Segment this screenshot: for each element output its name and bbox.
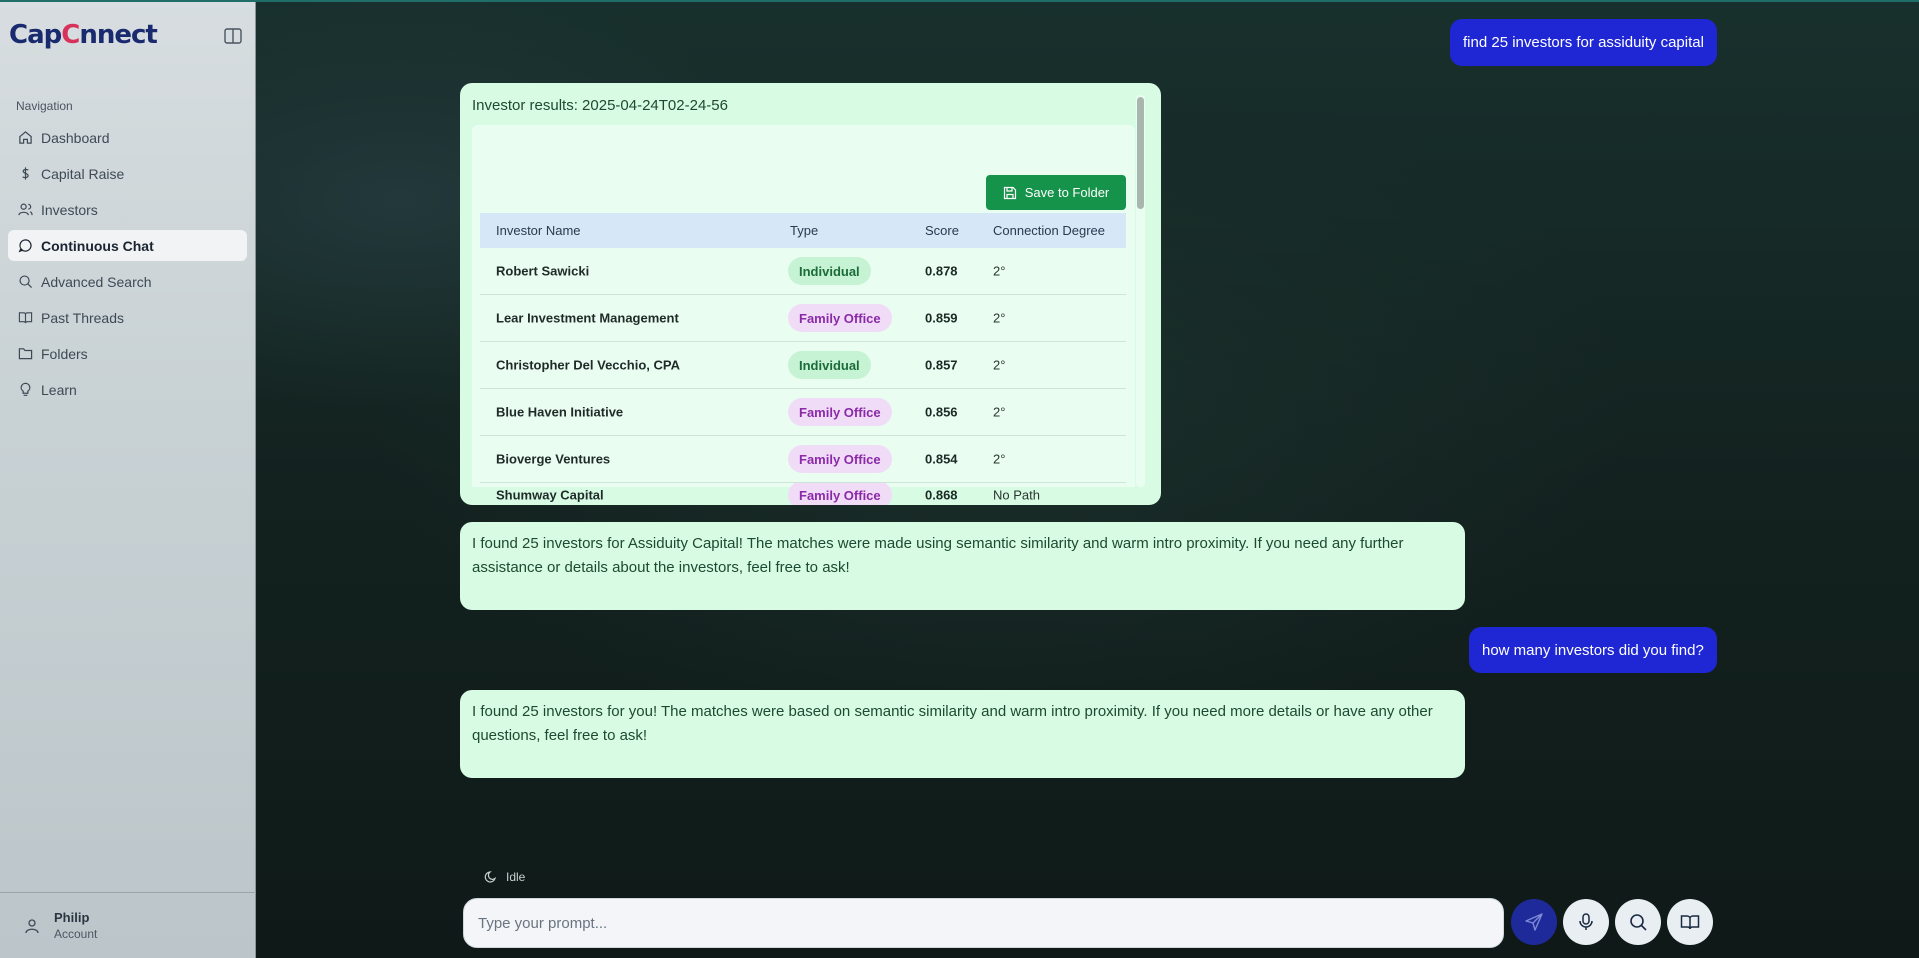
sidebar-item-advanced-search[interactable]: Advanced Search bbox=[8, 266, 247, 297]
connection-degree: 2° bbox=[993, 404, 1006, 420]
table-row[interactable]: Shumway Capital Family Office 0.868 No P… bbox=[480, 483, 1126, 505]
assistant-message: I found 25 investors for you! The matche… bbox=[460, 690, 1465, 778]
investor-results-card: Investor results: 2025-04-24T02-24-56 Sa… bbox=[460, 83, 1161, 505]
investor-name: Robert Sawicki bbox=[496, 263, 590, 279]
connection-degree: 2° bbox=[993, 357, 1006, 373]
column-header-connection[interactable]: Connection Degree bbox=[993, 223, 1105, 238]
nav-heading: Navigation bbox=[16, 99, 73, 113]
library-button[interactable] bbox=[1667, 899, 1713, 945]
sidebar-item-label: Advanced Search bbox=[41, 273, 152, 290]
results-scroll-thumb[interactable] bbox=[1137, 97, 1144, 209]
score: 0.878 bbox=[925, 263, 958, 279]
account-menu[interactable]: Philip Account bbox=[0, 892, 256, 958]
book-icon bbox=[18, 312, 33, 324]
table-row[interactable]: Bioverge Ventures Family Office 0.854 2° bbox=[480, 436, 1126, 483]
investor-name: Christopher Del Vecchio, CPA bbox=[496, 357, 680, 373]
sidebar-item-label: Capital Raise bbox=[41, 165, 125, 182]
lightbulb-icon bbox=[20, 382, 31, 396]
connection-degree: No Path bbox=[993, 487, 1040, 503]
sidebar-item-label: Learn bbox=[41, 381, 77, 398]
sidebar-item-label: Investors bbox=[41, 201, 98, 218]
type-badge: Individual bbox=[788, 351, 871, 379]
sidebar-item-label: Continuous Chat bbox=[41, 237, 154, 254]
chat-icon bbox=[18, 239, 32, 253]
score: 0.859 bbox=[925, 310, 958, 326]
home-icon bbox=[19, 131, 32, 144]
sidebar-toggle-icon[interactable] bbox=[224, 28, 242, 44]
score: 0.856 bbox=[925, 404, 958, 420]
table-row[interactable]: Robert Sawicki Individual 0.878 2° bbox=[480, 248, 1126, 295]
send-button[interactable] bbox=[1511, 899, 1557, 945]
column-header-type[interactable]: Type bbox=[790, 223, 818, 238]
folder-icon bbox=[18, 348, 33, 360]
table-row[interactable]: Blue Haven Initiative Family Office 0.85… bbox=[480, 389, 1126, 436]
table-row[interactable]: Christopher Del Vecchio, CPA Individual … bbox=[480, 342, 1126, 389]
user-icon bbox=[25, 918, 39, 933]
investor-name: Shumway Capital bbox=[496, 487, 604, 503]
save-icon bbox=[1003, 186, 1016, 199]
type-badge: Family Office bbox=[788, 483, 892, 505]
search-icon bbox=[19, 275, 33, 289]
top-accent-line bbox=[0, 0, 1919, 2]
score: 0.868 bbox=[925, 487, 958, 503]
type-badge: Family Office bbox=[788, 398, 892, 426]
users-icon bbox=[18, 203, 33, 216]
sidebar-item-folders[interactable]: Folders bbox=[8, 338, 247, 369]
investor-name: Bioverge Ventures bbox=[496, 451, 611, 467]
book-open-icon bbox=[1680, 915, 1700, 930]
assistant-message: I found 25 investors for Assiduity Capit… bbox=[460, 522, 1465, 610]
score: 0.857 bbox=[925, 357, 958, 373]
connection-degree: 2° bbox=[993, 451, 1006, 467]
app-logo[interactable]: CapCnnect bbox=[9, 20, 158, 56]
prompt-input[interactable] bbox=[463, 898, 1504, 948]
type-badge: Family Office bbox=[788, 445, 892, 473]
user-message: how many investors did you find? bbox=[1469, 627, 1717, 673]
connection-degree: 2° bbox=[993, 263, 1006, 279]
investor-name: Blue Haven Initiative bbox=[496, 404, 624, 420]
account-name: Philip bbox=[54, 910, 90, 925]
sidebar-item-past-threads[interactable]: Past Threads bbox=[8, 302, 247, 333]
send-icon bbox=[1525, 913, 1543, 931]
sidebar-item-capital-raise[interactable]: Capital Raise bbox=[8, 158, 247, 189]
save-to-folder-button[interactable]: Save to Folder bbox=[986, 175, 1126, 210]
sidebar-item-label: Folders bbox=[41, 345, 88, 362]
search-button[interactable] bbox=[1615, 899, 1661, 945]
column-header-score[interactable]: Score bbox=[925, 223, 959, 238]
moon-icon bbox=[484, 871, 497, 883]
sidebar-item-label: Past Threads bbox=[41, 309, 125, 326]
score: 0.854 bbox=[925, 451, 958, 467]
type-badge: Individual bbox=[788, 257, 871, 285]
sidebar-item-dashboard[interactable]: Dashboard bbox=[8, 122, 247, 153]
search-icon bbox=[1630, 914, 1647, 931]
account-label: Account bbox=[54, 927, 98, 941]
sidebar: CapCnnect Navigation Dashboard Capital R… bbox=[0, 0, 256, 958]
sidebar-item-learn[interactable]: Learn bbox=[8, 374, 247, 405]
investor-name: Lear Investment Management bbox=[496, 310, 679, 326]
table-header: Investor Name Type Score Connection Degr… bbox=[480, 213, 1126, 248]
connection-degree: 2° bbox=[993, 310, 1006, 326]
microphone-button[interactable] bbox=[1563, 899, 1609, 945]
status-indicator: Idle bbox=[484, 870, 525, 884]
sidebar-item-continuous-chat[interactable]: Continuous Chat bbox=[8, 230, 247, 261]
results-title: Investor results: 2025-04-24T02-24-56 bbox=[472, 97, 728, 114]
type-badge: Family Office bbox=[788, 304, 892, 332]
column-header-name[interactable]: Investor Name bbox=[496, 223, 581, 238]
table-row[interactable]: Lear Investment Management Family Office… bbox=[480, 295, 1126, 342]
sidebar-item-investors[interactable]: Investors bbox=[8, 194, 247, 225]
sidebar-item-label: Dashboard bbox=[41, 129, 110, 146]
microphone-icon bbox=[1579, 913, 1593, 930]
dollar-icon bbox=[22, 167, 29, 180]
user-message: find 25 investors for assiduity capital bbox=[1450, 19, 1717, 66]
